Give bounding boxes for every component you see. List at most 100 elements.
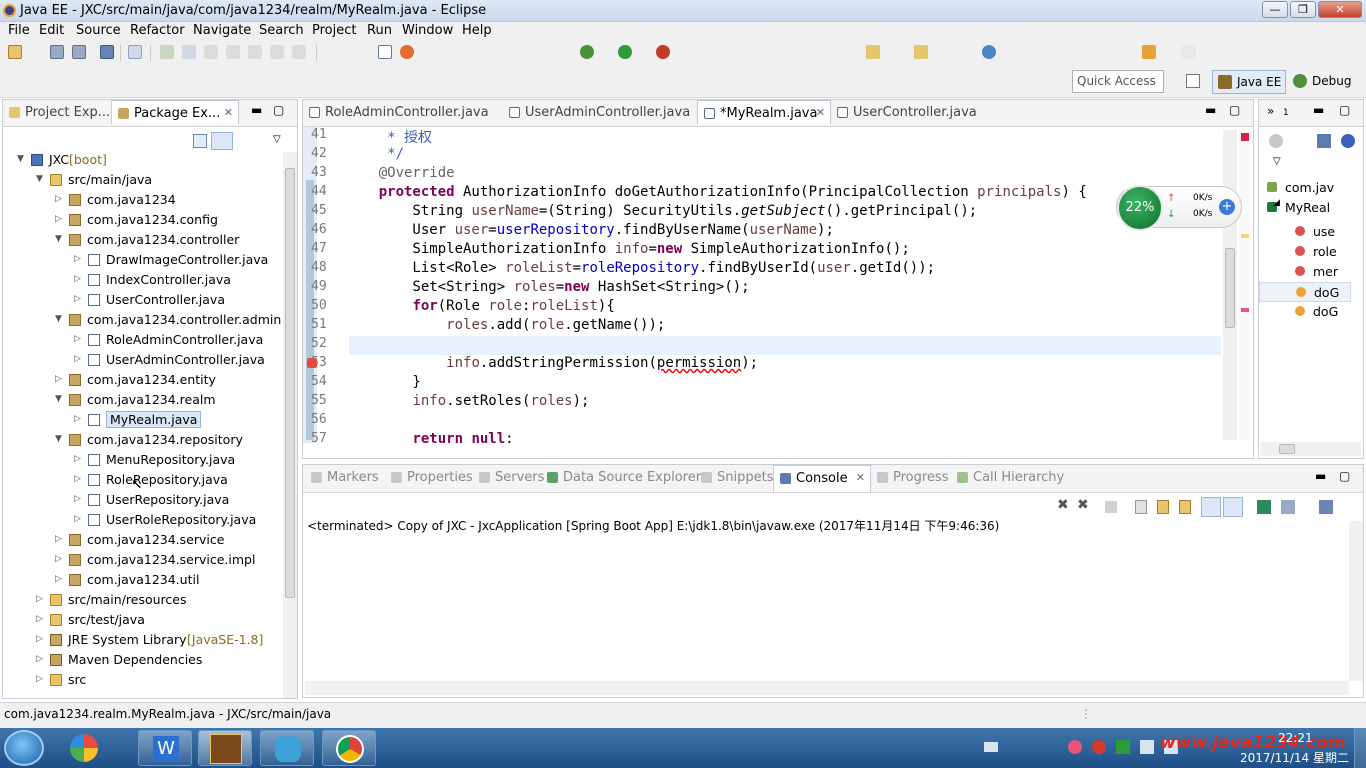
show-desktop-button[interactable] <box>1354 728 1366 768</box>
close-icon[interactable]: ✕ <box>816 106 825 119</box>
expanded-arrow-icon[interactable]: ▼ <box>17 154 24 164</box>
console-output[interactable]: <terminated> Copy of JXC - JxcApplicatio… <box>307 517 999 534</box>
taskbar-app-browser[interactable] <box>56 730 110 766</box>
add-plus-icon[interactable]: + <box>1219 199 1235 215</box>
save-icon[interactable] <box>50 45 64 59</box>
tree-item[interactable]: ▷ com.java1234.config <box>3 210 283 230</box>
collapsed-arrow-icon[interactable]: ▷ <box>36 594 43 604</box>
collapsed-arrow-icon[interactable]: ▷ <box>55 534 62 544</box>
code-line[interactable]: 52 <box>303 336 1183 355</box>
code-line[interactable]: 50 for(Role role:roleList){ <box>303 298 1183 317</box>
tray-check-icon[interactable] <box>1116 740 1130 754</box>
skip-breakpoints-icon[interactable] <box>128 45 142 59</box>
code-line[interactable]: 48 List<Role> roleList=roleRepository.fi… <box>303 260 1183 279</box>
tree-item[interactable]: ▷ src/main/resources <box>3 590 283 610</box>
code-area[interactable]: 41 * 授权 42 */43 @Override 44 protected Aut… <box>303 127 1221 443</box>
tree-item[interactable]: ▷ src/test/java <box>3 610 283 630</box>
tray-flower-icon[interactable] <box>1068 740 1082 754</box>
tab-role-admin-controller[interactable]: RoleAdminController.java <box>303 100 503 124</box>
tree-item[interactable]: ▷ com.java1234.util <box>3 570 283 590</box>
tree-item[interactable]: ▷ com.java1234.entity <box>3 370 283 390</box>
outline-horizontal-scrollbar[interactable] <box>1261 442 1361 456</box>
terminate-icon[interactable] <box>204 45 218 59</box>
expanded-arrow-icon[interactable]: ▼ <box>55 314 62 324</box>
forward-icon[interactable] <box>1182 45 1196 59</box>
code-line[interactable]: 55 info.setRoles(roles); <box>303 393 1183 412</box>
open-perspective-icon[interactable] <box>1186 74 1200 88</box>
collapsed-arrow-icon[interactable]: ▷ <box>74 354 81 364</box>
collapsed-arrow-icon[interactable]: ▷ <box>74 514 81 524</box>
show-stderr-icon[interactable] <box>1223 497 1243 517</box>
expanded-arrow-icon[interactable]: ▼ <box>55 394 62 404</box>
step-over-icon[interactable] <box>270 45 284 59</box>
tree-item[interactable]: ▼ com.java1234.controller.admin <box>3 310 283 330</box>
close-window-button[interactable]: ✕ <box>1318 1 1362 18</box>
tree-item[interactable]: ▼ com.java1234.controller <box>3 230 283 250</box>
tray-security-icon[interactable] <box>1092 740 1106 754</box>
code-line[interactable]: 51 roles.add(role.getName()); <box>303 317 1183 336</box>
disconnect-icon[interactable] <box>226 45 240 59</box>
taskbar-app-word[interactable]: W <box>138 730 192 766</box>
menu-refactor[interactable]: Refactor <box>130 23 185 38</box>
tab-snippets[interactable]: Snippets <box>695 465 773 492</box>
outline-collapse-icon[interactable] <box>1269 134 1283 148</box>
editor-scroll-thumb[interactable] <box>1225 248 1235 328</box>
outline-item[interactable]: mer <box>1259 262 1351 282</box>
menu-search[interactable]: Search <box>259 23 304 38</box>
minimize-view-icon[interactable]: ▬ <box>251 103 262 117</box>
collapsed-arrow-icon[interactable]: ▷ <box>36 654 43 664</box>
error-overview-icon[interactable] <box>1241 133 1249 141</box>
tree-item[interactable]: ▷ RoleAdminController.java <box>3 330 283 350</box>
tree-item[interactable]: ▷ UserController.java <box>3 290 283 310</box>
back-icon[interactable] <box>1142 45 1156 59</box>
resume-icon[interactable] <box>160 45 174 59</box>
quick-access-field[interactable]: Quick Access <box>1072 70 1164 93</box>
view-menu-icon[interactable]: ▽ <box>273 134 281 145</box>
tree-item[interactable]: ▷ UserRoleRepository.java <box>3 510 283 530</box>
code-line[interactable]: 45 String userName=(String) SecurityUtil… <box>303 203 1183 222</box>
new-icon[interactable] <box>8 45 22 59</box>
console-horizontal-scrollbar[interactable] <box>305 681 1349 695</box>
tab-user-admin-controller[interactable]: UserAdminController.java <box>503 100 697 124</box>
tree-item[interactable]: ▷ RoleRepository.java ➚ <box>3 470 283 490</box>
clock-time[interactable]: 22:21 <box>1278 731 1313 745</box>
outline-item[interactable]: doG <box>1259 282 1351 302</box>
outline-hscroll-thumb[interactable] <box>1279 444 1295 454</box>
tab-package-explorer[interactable]: Package Ex... ✕ <box>111 100 239 124</box>
tree-item[interactable]: ▷ IndexController.java <box>3 270 283 290</box>
collapsed-arrow-icon[interactable]: ▷ <box>74 254 81 264</box>
tree-item[interactable]: ▼ src/main/java <box>3 170 283 190</box>
maximize-view-icon[interactable]: ▢ <box>1339 469 1350 483</box>
expanded-arrow-icon[interactable]: ▼ <box>55 434 62 444</box>
pin-console-icon[interactable] <box>1257 500 1271 514</box>
collapsed-arrow-icon[interactable]: ▷ <box>74 414 81 424</box>
tree-item[interactable]: ▷ MenuRepository.java <box>3 450 283 470</box>
tree-item[interactable]: ▼ JXC [boot] <box>3 150 283 170</box>
remove-all-launches-icon[interactable]: ✖ <box>1077 497 1089 513</box>
collapsed-arrow-icon[interactable]: ▷ <box>74 294 81 304</box>
display-console-icon[interactable] <box>1281 500 1295 514</box>
tab-console[interactable]: Console ✕ <box>773 465 871 492</box>
menu-run[interactable]: Run <box>367 23 392 38</box>
warning-overview-icon[interactable] <box>1241 308 1249 312</box>
maximize-button[interactable]: ❐ <box>1290 1 1316 18</box>
collapsed-arrow-icon[interactable]: ▷ <box>74 494 81 504</box>
close-icon[interactable]: ✕ <box>856 471 865 484</box>
maximize-view-icon[interactable]: ▢ <box>273 103 284 117</box>
error-marker-icon[interactable] <box>307 358 317 368</box>
menu-file[interactable]: File <box>8 23 30 38</box>
tab-user-controller[interactable]: UserController.java <box>831 100 991 124</box>
toggle-mark-occurrences-icon[interactable] <box>378 45 392 59</box>
tree-item[interactable]: ▷ com.java1234.service.impl <box>3 550 283 570</box>
hide-fields-icon[interactable] <box>1341 134 1355 148</box>
minimize-view-icon[interactable]: ▬ <box>1315 469 1326 483</box>
collapse-all-icon[interactable] <box>193 134 207 148</box>
console-vertical-scrollbar[interactable] <box>1349 521 1363 681</box>
collapsed-arrow-icon[interactable]: ▷ <box>74 334 81 344</box>
open-type-icon[interactable] <box>866 45 880 59</box>
menu-source[interactable]: Source <box>76 23 121 38</box>
tree-item[interactable]: ▼ com.java1234.realm <box>3 390 283 410</box>
collapsed-arrow-icon[interactable]: ▷ <box>74 274 81 284</box>
tree-scroll-thumb[interactable] <box>285 168 295 598</box>
tree-vertical-scrollbar[interactable] <box>283 152 297 698</box>
